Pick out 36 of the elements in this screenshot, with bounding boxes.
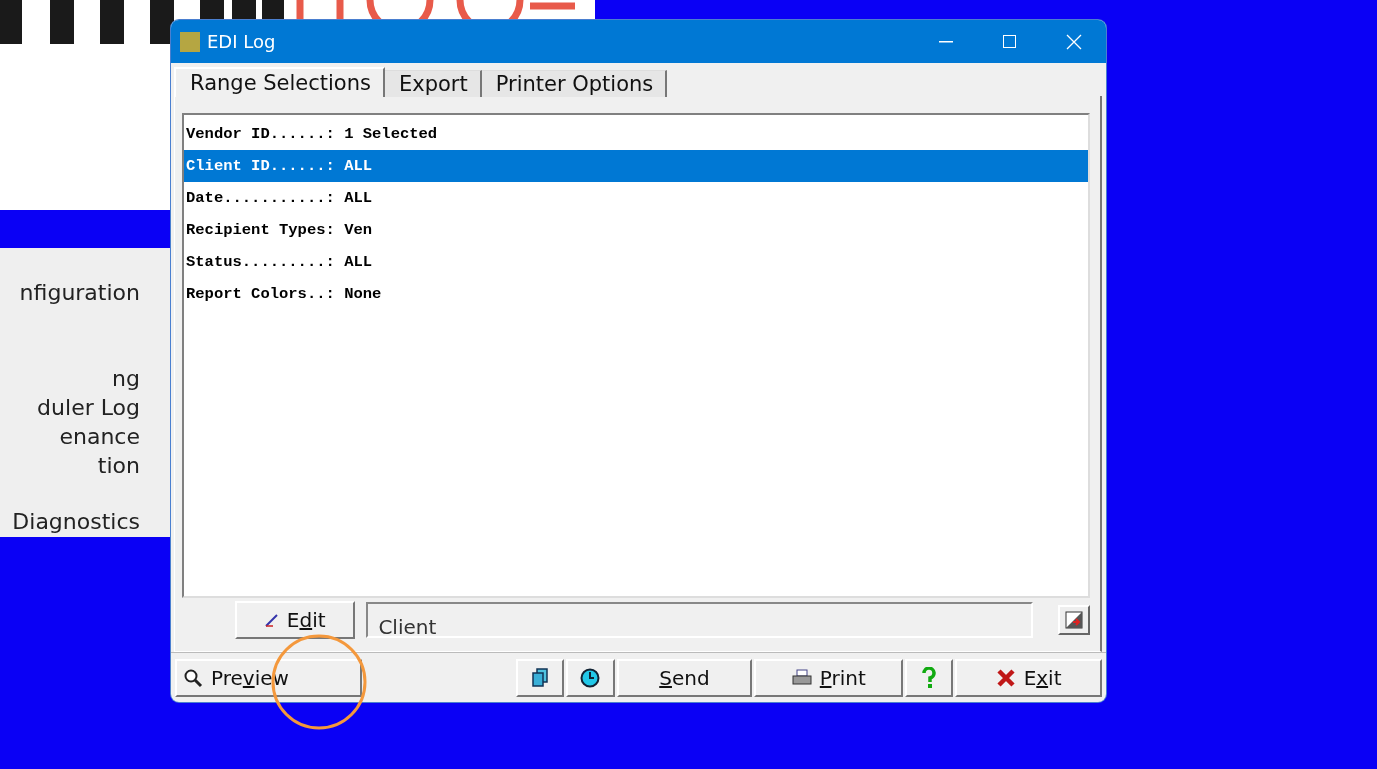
tab[interactable]: Range Selections [174, 67, 385, 97]
pencil-icon [264, 613, 279, 627]
detail-field[interactable]: Client [366, 602, 1034, 638]
close-icon [1066, 33, 1082, 50]
printer-icon [791, 668, 812, 687]
cross-icon [995, 667, 1016, 688]
edit-button[interactable]: Edit [235, 601, 356, 639]
menu-item[interactable]: nfiguration [19, 280, 140, 305]
zoom-button[interactable] [1058, 605, 1090, 635]
list-row[interactable]: Report Colors..: None [184, 278, 1088, 310]
list-row[interactable]: Client ID......: ALL [184, 150, 1088, 182]
magnifier-icon [183, 667, 203, 688]
tab[interactable]: Export [384, 70, 482, 97]
app-icon [180, 31, 200, 52]
menu-item[interactable]: enance [59, 424, 140, 449]
arrow-icon [1065, 611, 1084, 629]
documents-icon [530, 667, 549, 688]
list-row[interactable]: Status.........: ALL [184, 246, 1088, 278]
toolbar-button[interactable]: Send [616, 658, 753, 697]
menu-item[interactable]: Diagnostics [12, 509, 140, 534]
help-icon [922, 666, 937, 689]
tab[interactable]: Printer Options [481, 70, 668, 97]
list-row[interactable]: Date...........: ALL [184, 182, 1088, 214]
toolbar-button[interactable]: Print [754, 658, 904, 697]
toolbar-button[interactable]: Exit [955, 658, 1102, 697]
clock-icon [580, 667, 601, 688]
minimize-icon [939, 40, 953, 43]
list-row[interactable]: Vendor ID......: 1 Selected [184, 118, 1088, 150]
list-row[interactable]: Recipient Types: Ven [184, 214, 1088, 246]
menu-item[interactable]: duler Log [37, 395, 140, 420]
menu-item[interactable]: ng [112, 366, 140, 391]
icon-button[interactable] [565, 658, 615, 697]
window-title: EDI Log [207, 31, 277, 52]
icon-button[interactable] [515, 658, 564, 697]
maximize-icon [1003, 34, 1017, 49]
menu-item[interactable]: tion [97, 453, 140, 478]
